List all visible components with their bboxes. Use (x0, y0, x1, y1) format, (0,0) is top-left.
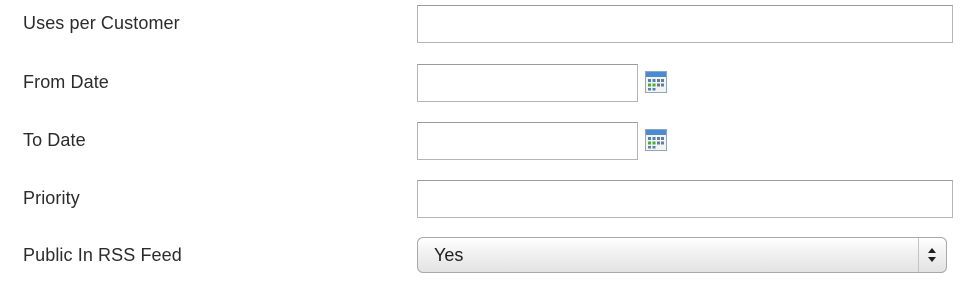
priority-input[interactable] (417, 180, 953, 218)
to-date-input[interactable] (417, 122, 638, 160)
calendar-icon[interactable] (645, 71, 667, 93)
select-arrows-icon (918, 238, 946, 272)
public-in-rss-feed-label: Public In RSS Feed (23, 245, 182, 265)
row-public-in-rss-feed: Public In RSS Feed Yes (0, 235, 975, 275)
public-in-rss-feed-select[interactable]: Yes (417, 237, 947, 273)
uses-per-customer-label: Uses per Customer (23, 13, 180, 33)
coupon-settings-form: Uses per Customer From Date To Date Prio… (0, 0, 975, 289)
to-date-label: To Date (23, 130, 86, 150)
row-to-date: To Date (0, 120, 975, 160)
calendar-icon[interactable] (645, 129, 667, 151)
from-date-input[interactable] (417, 64, 638, 102)
uses-per-customer-input[interactable] (417, 5, 953, 43)
from-date-label: From Date (23, 72, 109, 92)
select-value: Yes (434, 245, 464, 265)
row-from-date: From Date (0, 62, 975, 102)
priority-label: Priority (23, 188, 80, 208)
row-uses-per-customer: Uses per Customer (0, 3, 975, 43)
row-priority: Priority (0, 178, 975, 218)
